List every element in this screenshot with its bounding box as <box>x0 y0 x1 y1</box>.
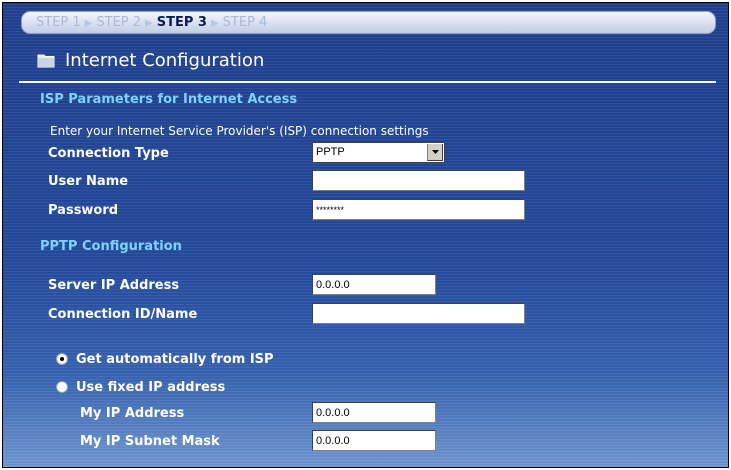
pptp-section-heading: PPTP Configuration <box>40 239 182 254</box>
connection-id-label: Connection ID/Name <box>48 307 198 322</box>
connection-id-input[interactable] <box>312 303 525 324</box>
user-name-label: User Name <box>48 174 129 189</box>
password-label: Password <box>48 203 119 218</box>
user-name-input[interactable] <box>312 170 525 191</box>
step-1[interactable]: STEP 1 <box>36 15 81 30</box>
fixed-ip-radio[interactable] <box>56 381 68 393</box>
server-ip-input[interactable] <box>312 274 436 295</box>
step-2[interactable]: STEP 2 <box>96 15 141 30</box>
password-input[interactable] <box>312 199 525 220</box>
server-ip-label: Server IP Address <box>48 278 180 293</box>
folder-icon <box>37 54 55 68</box>
wizard-panel: STEP 1 ▶ STEP 2 ▶ STEP 3 ▶ STEP 4 Internet Con… <box>2 2 729 468</box>
chevron-down-icon[interactable] <box>427 144 443 161</box>
fixed-ip-label: Use fixed IP address <box>76 380 226 395</box>
radio-selected-dot <box>60 357 64 361</box>
auto-ip-radio[interactable] <box>56 353 68 365</box>
page-title-row: Internet Configuration <box>37 49 265 73</box>
isp-description: Enter your Internet Service Provider's (… <box>50 124 429 138</box>
my-ip-label: My IP Address <box>80 406 185 421</box>
connection-type-label: Connection Type <box>48 146 169 161</box>
step-4: STEP 4 <box>222 15 268 30</box>
step-bar: STEP 1 ▶ STEP 2 ▶ STEP 3 ▶ STEP 4 <box>21 11 716 34</box>
auto-ip-label: Get automatically from ISP <box>76 352 274 367</box>
my-subnet-label: My IP Subnet Mask <box>80 434 220 449</box>
step-separator-icon: ▶ <box>84 18 93 29</box>
my-ip-input[interactable] <box>312 402 436 423</box>
connection-type-value: PPTP <box>316 146 345 158</box>
isp-section-heading: ISP Parameters for Internet Access <box>40 92 298 107</box>
my-subnet-input[interactable] <box>312 430 436 451</box>
step-3-active: STEP 3 <box>156 15 207 30</box>
step-separator-icon: ▶ <box>210 18 219 29</box>
connection-type-select[interactable]: PPTP <box>312 142 445 163</box>
step-separator-icon: ▶ <box>145 18 153 29</box>
page-title: Internet Configuration <box>65 50 265 71</box>
title-divider <box>19 81 716 83</box>
